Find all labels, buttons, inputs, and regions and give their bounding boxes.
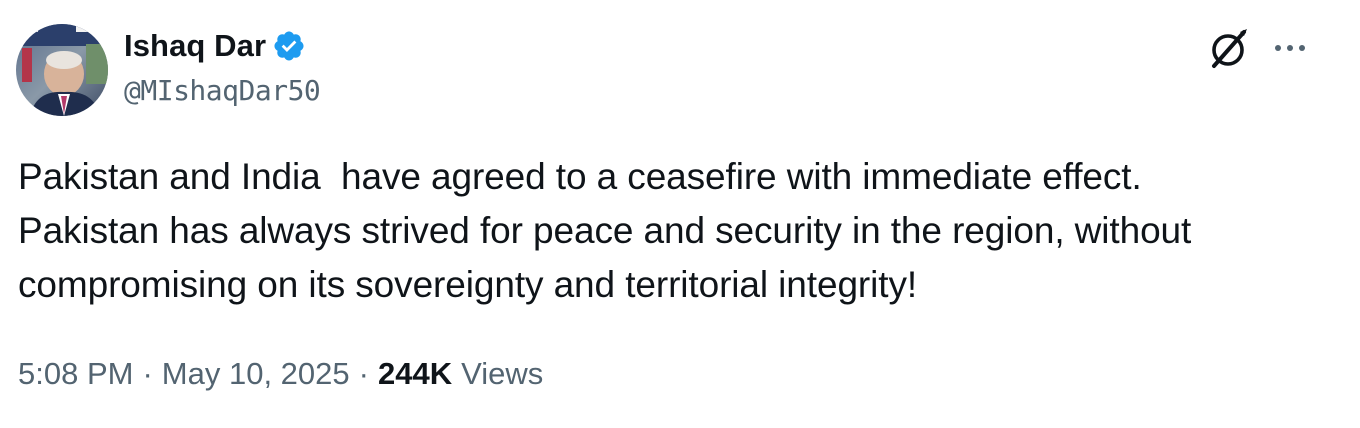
views-label: Views	[461, 356, 544, 391]
author-handle[interactable]: @MIshaqDar50	[124, 74, 321, 107]
meta-separator: ·	[142, 356, 153, 391]
tweet-card: Ishaq Dar @MIshaqDar50 Pakistan and Indi…	[0, 0, 1360, 428]
verified-badge-icon[interactable]	[272, 29, 306, 63]
grok-icon[interactable]	[1206, 26, 1252, 72]
meta-separator: ·	[358, 356, 369, 391]
author-display-name[interactable]: Ishaq Dar	[124, 28, 266, 64]
avatar-image	[16, 24, 108, 116]
tweet-text: Pakistan and India have agreed to a ceas…	[18, 156, 1192, 305]
author-name-row: Ishaq Dar	[124, 26, 306, 66]
more-options-icon[interactable]	[1270, 32, 1310, 64]
tweet-metadata: 5:08 PM · May 10, 2025 · 244K Views	[18, 356, 543, 392]
avatar[interactable]	[16, 24, 108, 116]
tweet-date[interactable]: May 10, 2025	[162, 356, 350, 392]
views-count[interactable]: 244K	[378, 356, 452, 392]
tweet-time[interactable]: 5:08 PM	[18, 356, 133, 392]
